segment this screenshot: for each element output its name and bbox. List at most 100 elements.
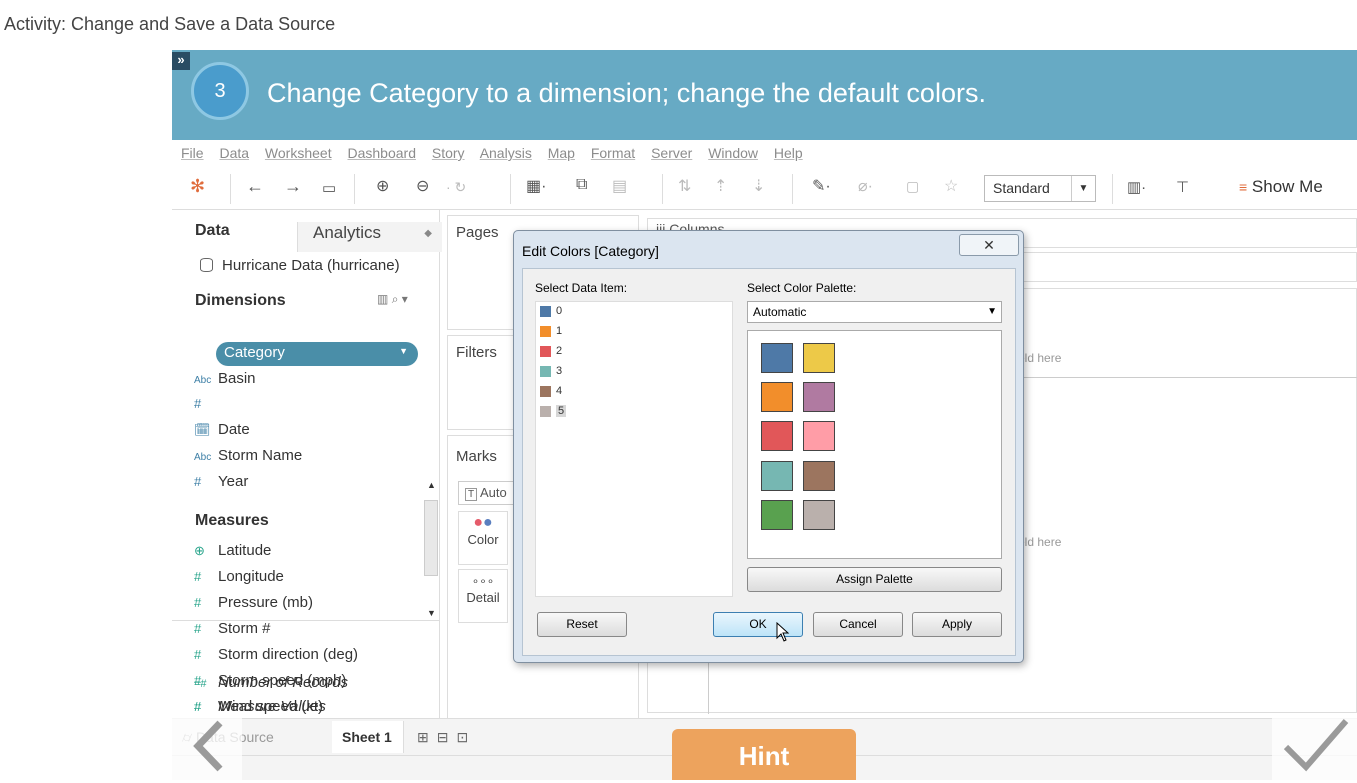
highlight-icon[interactable]: ✎· <box>812 176 831 196</box>
sort-descending-icon[interactable]: ⇣ <box>752 176 765 196</box>
apply-button[interactable]: Apply <box>912 612 1002 637</box>
refresh-icon[interactable]: · ↻ <box>446 179 466 196</box>
field-year[interactable]: # Year <box>194 471 248 493</box>
undo-icon[interactable]: ← <box>246 176 264 197</box>
new-data-source-icon[interactable]: ⊕ <box>376 176 389 196</box>
hint-button[interactable]: Hint <box>672 729 856 780</box>
detail-icon: ∘∘∘ <box>471 574 495 588</box>
clear-sheet-icon[interactable]: ▤ <box>612 176 627 196</box>
palette-swatch[interactable] <box>803 421 835 451</box>
collapse-pane-icon[interactable]: ◆ <box>424 228 432 239</box>
chevron-down-icon[interactable]: ▾ <box>402 292 408 306</box>
reset-button[interactable]: Reset <box>537 612 627 637</box>
menu-analysis[interactable]: Analysis <box>480 145 532 161</box>
fit-select[interactable]: Standard ▼ <box>984 175 1096 202</box>
pause-updates-icon[interactable]: ⊖ <box>416 176 429 196</box>
palette-swatch[interactable] <box>761 421 793 451</box>
search-icon[interactable]: ⌕ <box>392 292 399 306</box>
scroll-up-icon[interactable]: ▲ <box>427 480 436 490</box>
swap-icon[interactable]: ⇅ <box>678 176 691 196</box>
chevron-down-icon: ▼ <box>987 306 997 317</box>
data-source-name[interactable]: Hurricane Data (hurricane) <box>222 257 400 274</box>
cancel-button[interactable]: Cancel <box>813 612 903 637</box>
dialog-body: Select Data Item: Select Color Palette: … <box>522 268 1016 656</box>
palette-select[interactable]: Automatic ▼ <box>747 301 1002 323</box>
color-swatch <box>540 405 551 417</box>
data-item[interactable]: 5 <box>540 404 567 422</box>
field-category-type: # <box>194 393 218 415</box>
group-icon[interactable]: ⌀· <box>858 176 873 196</box>
fix-axes-icon[interactable]: ☆ <box>944 176 958 196</box>
menu-dashboard[interactable]: Dashboard <box>347 145 416 161</box>
data-item[interactable]: 3 <box>540 364 562 382</box>
menu-server[interactable]: Server <box>651 145 692 161</box>
new-story-icon[interactable]: ⊡ <box>456 729 476 745</box>
data-item-label: 2 <box>556 345 563 358</box>
field-number-of-records[interactable]: =# Number of Records <box>194 672 348 694</box>
palette-swatch[interactable] <box>761 343 793 373</box>
next-step-button[interactable] <box>1272 713 1357 780</box>
menu-map[interactable]: Map <box>548 145 575 161</box>
menu-worksheet[interactable]: Worksheet <box>265 145 332 161</box>
select-color-palette-label: Select Color Palette: <box>747 281 857 295</box>
tableau-logo-icon[interactable]: ✻ <box>190 176 205 197</box>
duplicate-sheet-icon[interactable]: ⧉ <box>576 176 587 194</box>
palette-swatch[interactable] <box>803 343 835 373</box>
menu-window[interactable]: Window <box>708 145 758 161</box>
palette-swatch[interactable] <box>761 382 793 412</box>
palette-swatch[interactable] <box>803 500 835 530</box>
field-storm-number[interactable]: # Storm # <box>194 618 271 640</box>
mark-type-select[interactable]: T Auto <box>458 481 518 505</box>
menu-story[interactable]: Story <box>432 145 465 161</box>
save-icon[interactable]: ▭ <box>322 179 336 197</box>
tab-analytics[interactable]: Analytics ◆ <box>297 222 442 252</box>
field-label: Year <box>218 473 249 490</box>
view-list-icon[interactable]: ▥ <box>377 292 388 306</box>
sort-ascending-icon[interactable]: ⇡ <box>714 176 727 196</box>
labels-icon[interactable]: ▢ <box>906 178 919 195</box>
menu-file[interactable]: File <box>181 145 204 161</box>
assign-palette-button[interactable]: Assign Palette <box>747 567 1002 592</box>
data-item-label: 4 <box>556 385 563 398</box>
string-type-icon: Abc <box>194 375 212 386</box>
field-latitude[interactable]: ⊕ Latitude <box>194 540 271 562</box>
field-storm-direction[interactable]: # Storm direction (deg) <box>194 644 358 666</box>
new-worksheet-icon[interactable]: ▦· <box>526 176 546 196</box>
tab-data[interactable]: Data <box>195 222 230 240</box>
field-label: Pressure (mb) <box>218 594 314 611</box>
menu-format[interactable]: Format <box>591 145 635 161</box>
new-worksheet-icon[interactable]: ⊞ <box>417 729 437 745</box>
data-item[interactable]: 0 <box>540 304 562 322</box>
presentation-mode-icon[interactable]: ⊤ <box>1176 178 1189 196</box>
field-date[interactable]: 🗓 Date <box>194 419 250 441</box>
collapse-icon[interactable]: » <box>172 52 190 70</box>
menu-data[interactable]: Data <box>219 145 249 161</box>
sheet-tab[interactable]: Sheet 1 <box>332 721 404 753</box>
palette-swatch[interactable] <box>803 382 835 412</box>
close-button[interactable]: ✕ <box>959 234 1019 256</box>
data-item[interactable]: 2 <box>540 344 562 362</box>
field-basin[interactable]: Abc Basin <box>194 368 256 390</box>
menu-bar: File Data Worksheet Dashboard Story Anal… <box>172 140 1357 166</box>
previous-step-button[interactable] <box>172 713 242 780</box>
palette-swatch[interactable] <box>803 461 835 491</box>
field-category-pill[interactable]: Category ▼ <box>216 342 418 366</box>
scroll-down-icon[interactable]: ▼ <box>427 608 436 618</box>
toolbar-separator <box>792 174 793 204</box>
field-pressure[interactable]: # Pressure (mb) <box>194 592 313 614</box>
chevron-down-icon[interactable]: ▼ <box>399 346 408 356</box>
field-storm-name[interactable]: Abc Storm Name <box>194 445 302 467</box>
show-me-button[interactable]: ≡ Show Me <box>1239 177 1323 197</box>
data-item[interactable]: 1 <box>540 324 562 342</box>
show-cards-icon[interactable]: ▥· <box>1127 178 1146 196</box>
color-swatch <box>540 305 551 317</box>
palette-swatch[interactable] <box>761 461 793 491</box>
new-dashboard-icon[interactable]: ⊟ <box>437 729 457 745</box>
data-item[interactable]: 4 <box>540 384 562 402</box>
menu-help[interactable]: Help <box>774 145 803 161</box>
palette-swatch[interactable] <box>761 500 793 530</box>
scrollbar-thumb[interactable] <box>424 500 438 576</box>
dimensions-scrollbar[interactable]: ▲ ▼ <box>422 480 440 620</box>
redo-icon[interactable]: → <box>284 176 302 197</box>
field-longitude[interactable]: # Longitude <box>194 566 284 588</box>
